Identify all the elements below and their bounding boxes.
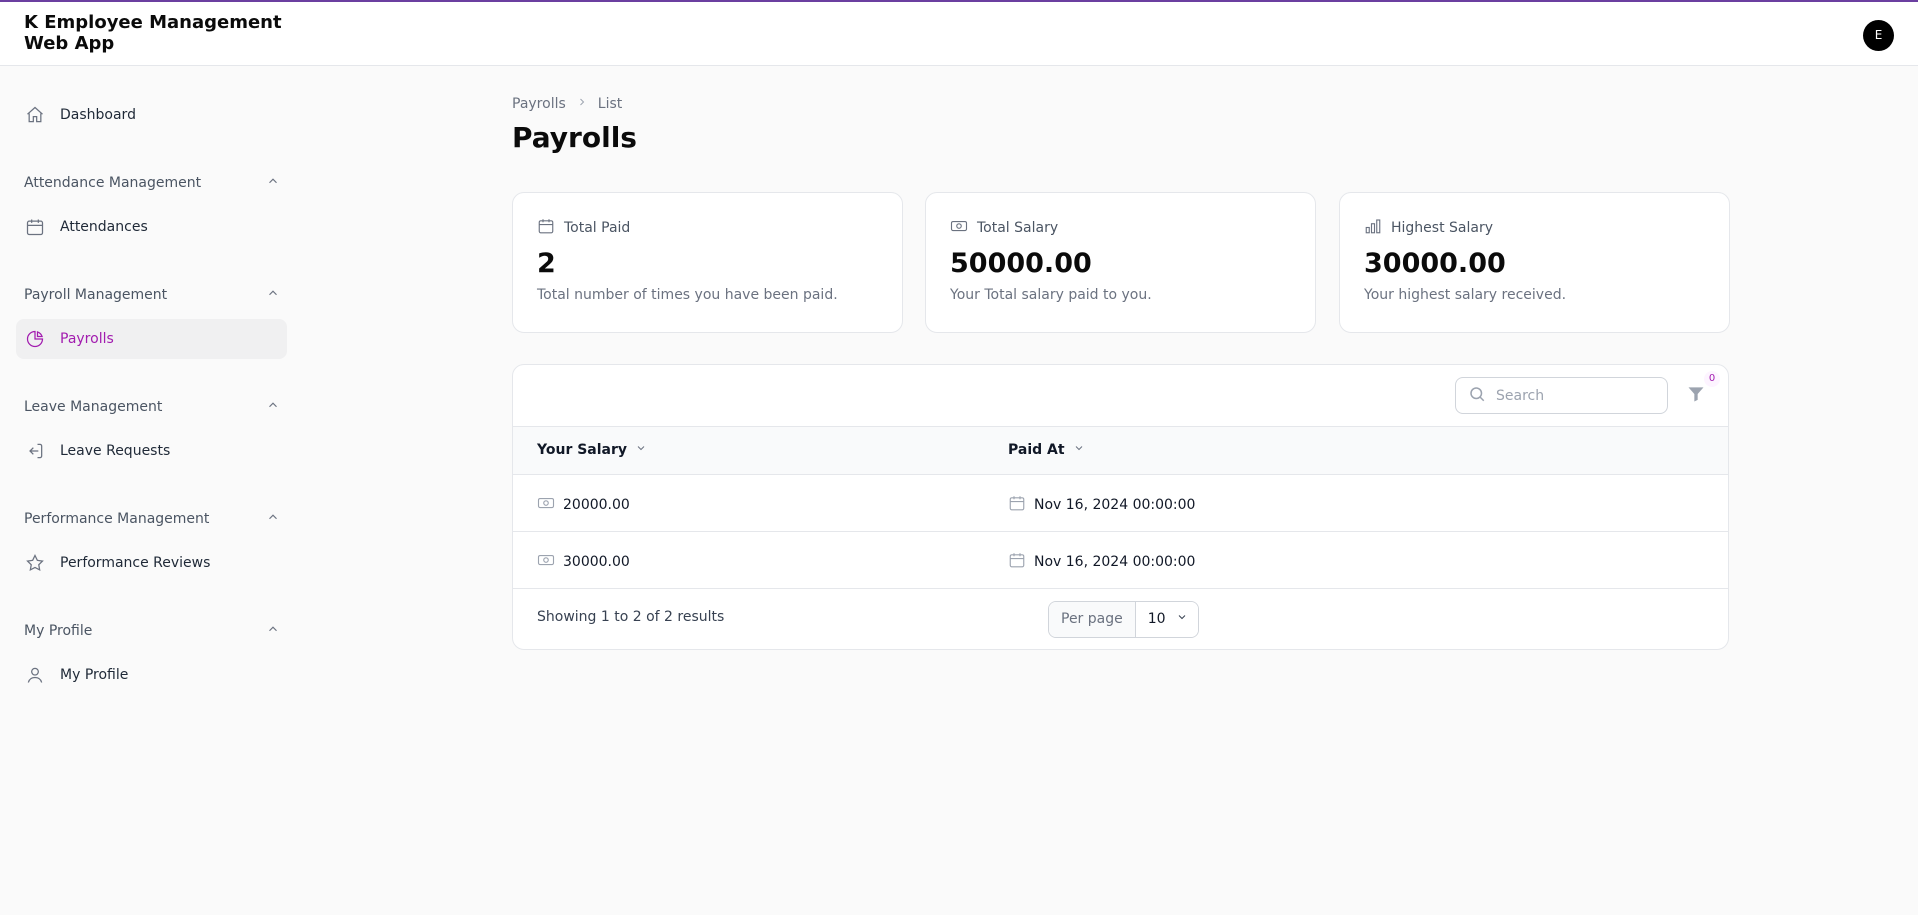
breadcrumb-parent[interactable]: Payrolls [512, 96, 566, 112]
sidebar-item-label: My Profile [60, 667, 129, 683]
group-label: Payroll Management [24, 287, 168, 303]
per-page-select[interactable]: Per page 10 [1048, 601, 1199, 638]
sidebar-group-my-profile[interactable]: My Profile [24, 621, 280, 641]
chevron-up-icon [266, 286, 280, 304]
sidebar: Dashboard Attendance Management Attendan… [0, 66, 300, 915]
app-title[interactable]: K Employee Management Web App [24, 12, 294, 54]
pie-chart-icon [24, 328, 46, 350]
home-icon [24, 104, 46, 126]
paid-at-cell: Nov 16, 2024 00:00:00 [1034, 554, 1196, 570]
sidebar-group-attendance[interactable]: Attendance Management [24, 173, 280, 193]
stat-card-total-salary: Total Salary 50000.00 Your Total salary … [925, 192, 1316, 333]
calendar-icon [24, 216, 46, 238]
chevron-up-icon [266, 398, 280, 416]
star-icon [24, 552, 46, 574]
banknote-icon [950, 217, 968, 239]
stat-description: Your highest salary received. [1364, 287, 1567, 303]
sidebar-item-label: Attendances [60, 219, 148, 235]
chevron-up-icon [266, 622, 280, 640]
banknote-icon [537, 551, 555, 573]
stat-value: 30000.00 [1364, 248, 1506, 279]
salary-cell: 30000.00 [563, 554, 630, 570]
stat-value: 2 [537, 248, 556, 279]
sidebar-item-label: Dashboard [60, 107, 136, 123]
stat-card-highest-salary: Highest Salary 30000.00 Your highest sal… [1339, 192, 1730, 333]
per-page-label: Per page [1049, 602, 1136, 637]
pagination-summary: Showing 1 to 2 of 2 results [537, 609, 725, 625]
group-label: My Profile [24, 623, 93, 639]
column-label: Your Salary [537, 442, 628, 458]
sidebar-item-payrolls[interactable]: Payrolls [16, 319, 287, 359]
calendar-icon [537, 217, 555, 239]
page-title: Payrolls [512, 121, 637, 154]
sidebar-item-label: Performance Reviews [60, 555, 211, 571]
stat-description: Your Total salary paid to you. [950, 287, 1152, 303]
column-label: Paid At [1008, 442, 1065, 458]
payrolls-table: 0 Your Salary Paid At 20000.00 Nov 16, 2… [512, 364, 1729, 650]
paid-at-cell: Nov 16, 2024 00:00:00 [1034, 497, 1196, 513]
group-label: Leave Management [24, 399, 163, 415]
sidebar-item-label: Leave Requests [60, 443, 171, 459]
bar-chart-icon [1364, 217, 1382, 239]
chevron-down-icon [1073, 442, 1085, 458]
stat-description: Total number of times you have been paid… [537, 287, 838, 303]
table-header: Your Salary Paid At [513, 426, 1728, 475]
search-box[interactable] [1455, 377, 1668, 414]
chevron-right-icon [576, 96, 588, 112]
calendar-icon [1008, 494, 1026, 516]
sidebar-item-dashboard[interactable]: Dashboard [16, 95, 287, 135]
salary-cell: 20000.00 [563, 497, 630, 513]
stat-label: Total Salary [977, 220, 1059, 236]
user-avatar[interactable]: E [1863, 20, 1894, 51]
sidebar-item-label: Payrolls [60, 331, 114, 347]
breadcrumb-current: List [597, 96, 623, 112]
search-input[interactable] [1496, 387, 1646, 404]
chevron-up-icon [266, 510, 280, 528]
sidebar-group-performance[interactable]: Performance Management [24, 509, 280, 529]
sidebar-item-attendances[interactable]: Attendances [16, 207, 287, 247]
filter-icon [1686, 387, 1706, 408]
calendar-icon [1008, 551, 1026, 573]
table-row[interactable]: 30000.00 Nov 16, 2024 00:00:00 [513, 532, 1728, 589]
table-toolbar: 0 [513, 365, 1728, 426]
filter-button[interactable] [1686, 384, 1708, 406]
group-label: Performance Management [24, 511, 210, 527]
stat-card-total-paid: Total Paid 2 Total number of times you h… [512, 192, 903, 333]
sidebar-group-leave[interactable]: Leave Management [24, 397, 280, 417]
stat-value: 50000.00 [950, 248, 1092, 279]
sidebar-item-performance-reviews[interactable]: Performance Reviews [16, 543, 287, 583]
chevron-down-icon [1176, 602, 1188, 637]
per-page-value[interactable]: 10 [1135, 602, 1198, 637]
logout-icon [24, 440, 46, 462]
top-bar: K Employee Management Web App E [0, 0, 1918, 66]
banknote-icon [537, 494, 555, 516]
sidebar-group-payroll[interactable]: Payroll Management [24, 285, 280, 305]
sidebar-item-my-profile[interactable]: My Profile [16, 655, 287, 695]
group-label: Attendance Management [24, 175, 202, 191]
table-row[interactable]: 20000.00 Nov 16, 2024 00:00:00 [513, 475, 1728, 532]
stat-label: Total Paid [564, 220, 631, 236]
column-header-paid-at[interactable]: Paid At [1008, 442, 1085, 458]
breadcrumb: Payrolls List [512, 96, 622, 112]
column-header-salary[interactable]: Your Salary [537, 442, 647, 458]
stat-label: Highest Salary [1391, 220, 1493, 236]
chevron-up-icon [266, 174, 280, 192]
per-page-selected: 10 [1147, 611, 1166, 627]
user-icon [24, 664, 46, 686]
search-icon [1468, 385, 1486, 407]
sidebar-item-leave-requests[interactable]: Leave Requests [16, 431, 287, 471]
chevron-down-icon [635, 442, 647, 458]
filter-count-badge: 0 [1704, 371, 1720, 387]
